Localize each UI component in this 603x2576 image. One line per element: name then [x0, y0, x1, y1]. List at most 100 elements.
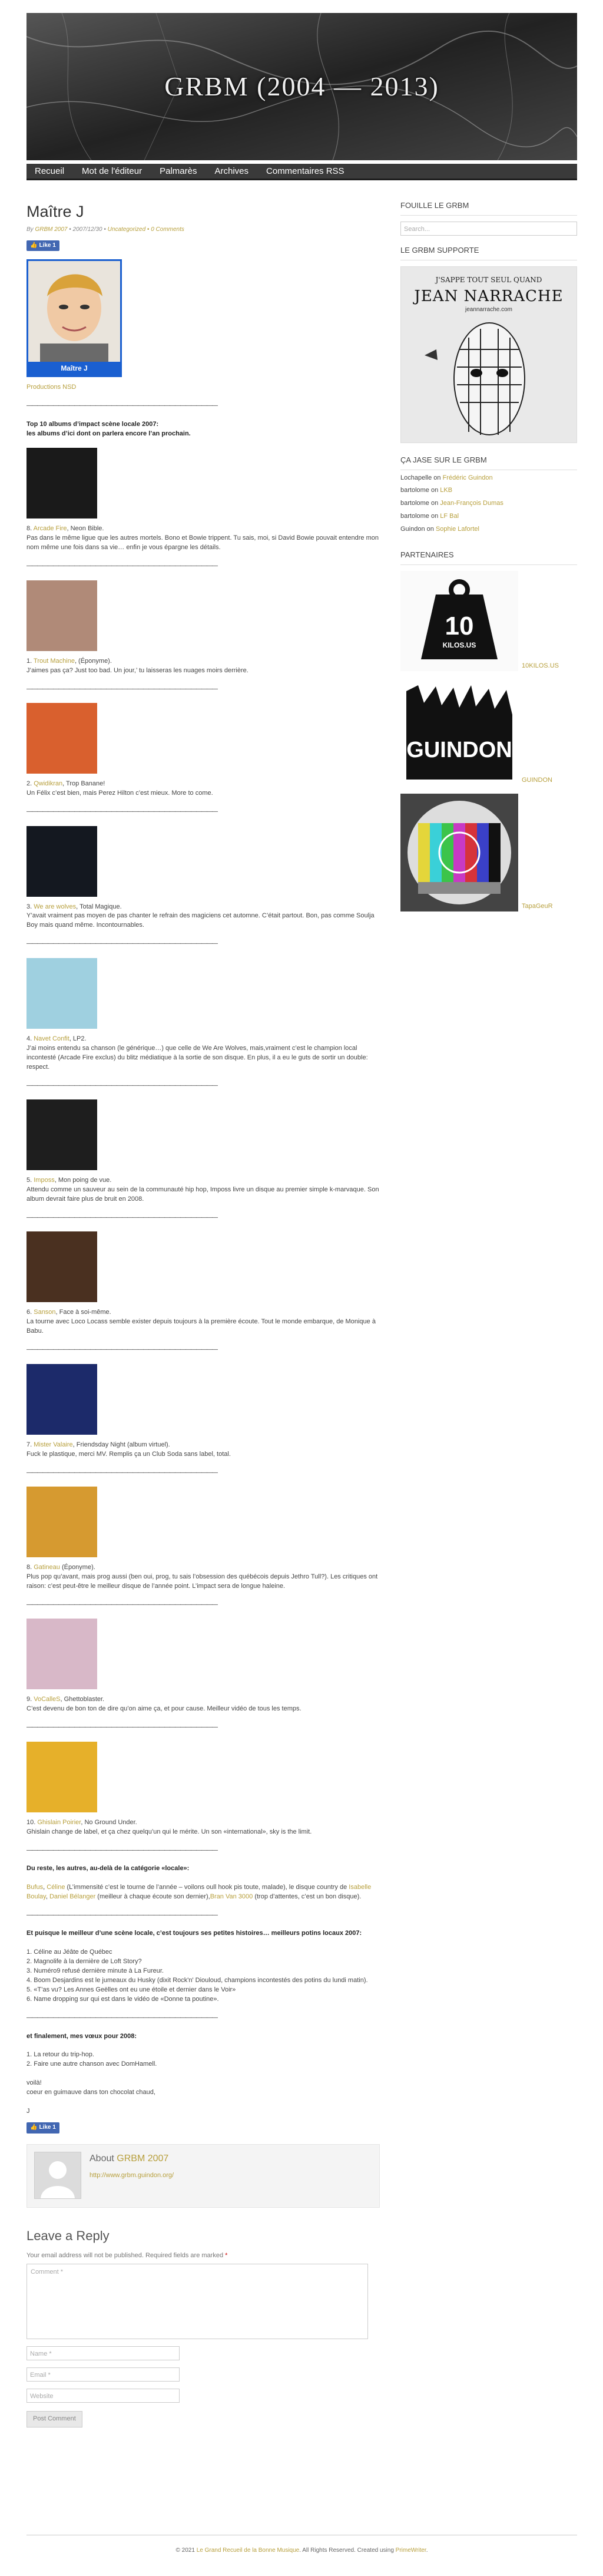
separator: ————————————————————————————————————: [26, 1469, 218, 1476]
album-artist-link[interactable]: Mister Valaire: [34, 1441, 72, 1448]
nav-item-rss[interactable]: Commentaires RSS: [266, 165, 344, 178]
album-title: , Total Magique.: [76, 903, 122, 910]
partner-tapageur[interactable]: TapaGeuR: [400, 794, 577, 912]
post-comment-button[interactable]: Post Comment: [26, 2411, 82, 2428]
album-description: Fuck le plastique, merci MV. Remplis ça …: [26, 1450, 231, 1458]
link-daniel-belanger[interactable]: Daniel Bélanger: [49, 1893, 95, 1900]
header-banner[interactable]: GRBM (2004 — 2013): [26, 13, 577, 160]
comment-author: bartolome: [400, 487, 431, 494]
link-bran-van-3000[interactable]: Bran Van 3000: [210, 1893, 253, 1900]
album-artist-link[interactable]: VoCalleS: [34, 1696, 60, 1703]
album-title: , Ghettoblaster.: [60, 1696, 105, 1703]
album-rank: 8.: [26, 1564, 34, 1571]
facebook-like-button[interactable]: 👍 Like 1: [26, 240, 59, 252]
album-list: 8. Arcade Fire, Neon Bible. Pas dans le m…: [26, 448, 380, 1855]
credit-link[interactable]: Productions NSD: [26, 384, 76, 391]
album-cover-image: [26, 1363, 97, 1435]
footer: © 2021 Le Grand Recueil de la Bonne Musi…: [26, 2547, 577, 2555]
about-label: About: [90, 2153, 114, 2164]
search-input[interactable]: Search...: [400, 221, 577, 236]
facebook-like-button-bottom[interactable]: 👍 Like 1: [26, 2122, 59, 2134]
album-artist-link[interactable]: Gatineau: [34, 1564, 60, 1571]
album-artist-link[interactable]: Sanson: [34, 1309, 55, 1316]
author-website-link[interactable]: http://www.grbm.guindon.org/: [90, 2172, 174, 2179]
link-bufus[interactable]: Bufus: [26, 1884, 43, 1891]
image-caption: Maître J: [28, 361, 120, 376]
nav-item-archives[interactable]: Archives: [214, 165, 249, 178]
potin-item: 5. «T’as vu? Les Annes Geëlles ont eu un…: [26, 1986, 236, 1994]
album-description: J’aimes pas ça? Just too bad. Un jour,’ …: [26, 666, 249, 674]
du-reste-paragraph: Bufus, Céline (L’immensité c’est le tour…: [26, 1883, 380, 1902]
comment-post-link[interactable]: Jean-François Dumas: [440, 500, 503, 507]
nav-item-palmares[interactable]: Palmarès: [160, 165, 197, 178]
album-artist-link[interactable]: Qwidikran: [34, 780, 62, 787]
album-heading: 4. Navet Confit, LP2.: [26, 1035, 380, 1044]
album-entry: 6. Sanson, Face à soi-même. La tourne ave…: [26, 1231, 380, 1354]
meta-category-link[interactable]: Uncategorized: [108, 226, 145, 233]
name-field[interactable]: Name *: [26, 2346, 180, 2361]
album-entry: 7. Mister Valaire, Friendsday Night (alb…: [26, 1363, 380, 1477]
intro-line-1: Top 10 albums d’impact scène locale 2007…: [26, 420, 159, 428]
album-rank: 2.: [26, 780, 34, 788]
album-description: Ghislain change de label, et ça chez que…: [26, 1828, 312, 1835]
album-artist-link[interactable]: Ghislain Poirier: [37, 1819, 81, 1826]
album-artist-link[interactable]: Imposs: [34, 1177, 54, 1184]
10kilos-number: 10: [445, 612, 474, 640]
meta-author-link[interactable]: GRBM 2007: [35, 226, 67, 233]
nav-item-recueil[interactable]: Recueil: [35, 165, 64, 178]
partner-10kilos-link[interactable]: 10KILOS.US: [522, 662, 559, 671]
partner-tapageur-link[interactable]: TapaGeuR: [522, 902, 553, 911]
comment-textarea[interactable]: Comment *: [26, 2264, 368, 2340]
partner-guindon-link[interactable]: GUINDON: [522, 776, 552, 785]
album-artist-link[interactable]: Trout Machine: [34, 658, 75, 665]
album-artist-link[interactable]: Navet Confit: [34, 1035, 69, 1042]
comments-widget-title: ÇA JASE SUR LE GRBM: [400, 455, 577, 470]
album-description: Plus pop qu’avant, mais prog aussi (ben …: [26, 1573, 378, 1590]
footer-site-link[interactable]: Le Grand Recueil de la Bonne Musique: [197, 2547, 300, 2554]
album-rank: 9.: [26, 1696, 34, 1703]
album-cover-image: [26, 1741, 97, 1812]
link-celine[interactable]: Céline: [47, 1884, 65, 1891]
tapageur-test-pattern: [400, 794, 518, 912]
album-heading: 10. Ghislain Poirier, No Ground Under.: [26, 1818, 380, 1828]
meta-by: By: [26, 226, 34, 233]
email-field[interactable]: Email *: [26, 2367, 180, 2382]
reply-required-note: Your email address will not be published…: [26, 2251, 380, 2261]
jean-narrache-poster[interactable]: J'SAPPE TOUT SEUL QUAND JEAN NARRACHE je…: [400, 266, 577, 443]
comment-post-link[interactable]: LF Bal: [440, 513, 459, 520]
intro-line-2: les albums d’ici dont on parlera encore …: [26, 430, 191, 437]
album-rank: 4.: [26, 1035, 34, 1042]
album-heading: 1. Trout Machine, (Éponyme).: [26, 657, 380, 666]
comment-post-link[interactable]: Frédéric Guindon: [443, 474, 493, 481]
final-title: et finalement, mes vœux pour 2008:: [26, 2032, 137, 2040]
album-description: Y’avait vraiment pas moyen de pas chante…: [26, 912, 375, 929]
potin-item: 1. Céline au Jéâte de Québec: [26, 1948, 112, 1956]
footer-theme-link[interactable]: PrimeWriter: [396, 2547, 426, 2554]
album-description: La tourne avec Loco Locass semble existe…: [26, 1318, 376, 1335]
partners-widget-title: PARTENAIRES: [400, 550, 577, 566]
album-artist-link[interactable]: Arcade Fire: [34, 525, 67, 532]
comment-on: on: [430, 513, 440, 520]
comment-post-link[interactable]: Sophie Lafortel: [436, 526, 479, 533]
comment-post-link[interactable]: LKB: [440, 487, 452, 494]
portrait-illustration: [28, 261, 120, 376]
nav-item-mot-editeur[interactable]: Mot de l'éditeur: [82, 165, 142, 178]
site-title[interactable]: GRBM (2004 — 2013): [26, 13, 577, 160]
meta-comments-link[interactable]: • 0 Comments: [147, 226, 184, 233]
separator: ————————————————————————————————————: [26, 940, 218, 947]
partner-guindon[interactable]: GUINDON GUINDON: [400, 679, 577, 786]
album-heading: 6. Sanson, Face à soi-même.: [26, 1308, 380, 1317]
potin-item: 6. Name dropping sur qui est dans le vid…: [26, 1996, 219, 2003]
author-name-link[interactable]: GRBM 2007: [117, 2154, 168, 2164]
separator: ————————————————————————————————————: [26, 563, 218, 570]
website-field[interactable]: Website: [26, 2389, 180, 2403]
10kilos-logo: 10 KILOS.US: [400, 571, 518, 672]
voeu-item: 1. La retour du trip-hop.: [26, 2051, 94, 2059]
post-title: Maître J: [26, 203, 84, 220]
partner-10kilos[interactable]: 10 KILOS.US 10KILOS.US: [400, 571, 577, 672]
album-rank: 1.: [26, 657, 34, 665]
album-description: C’est devenu de bon ton de dire qu’on ai…: [26, 1705, 302, 1713]
album-title: , No Ground Under.: [81, 1818, 137, 1826]
album-artist-link[interactable]: We are wolves: [34, 903, 76, 910]
album-title: , Trop Banane!: [62, 780, 105, 788]
